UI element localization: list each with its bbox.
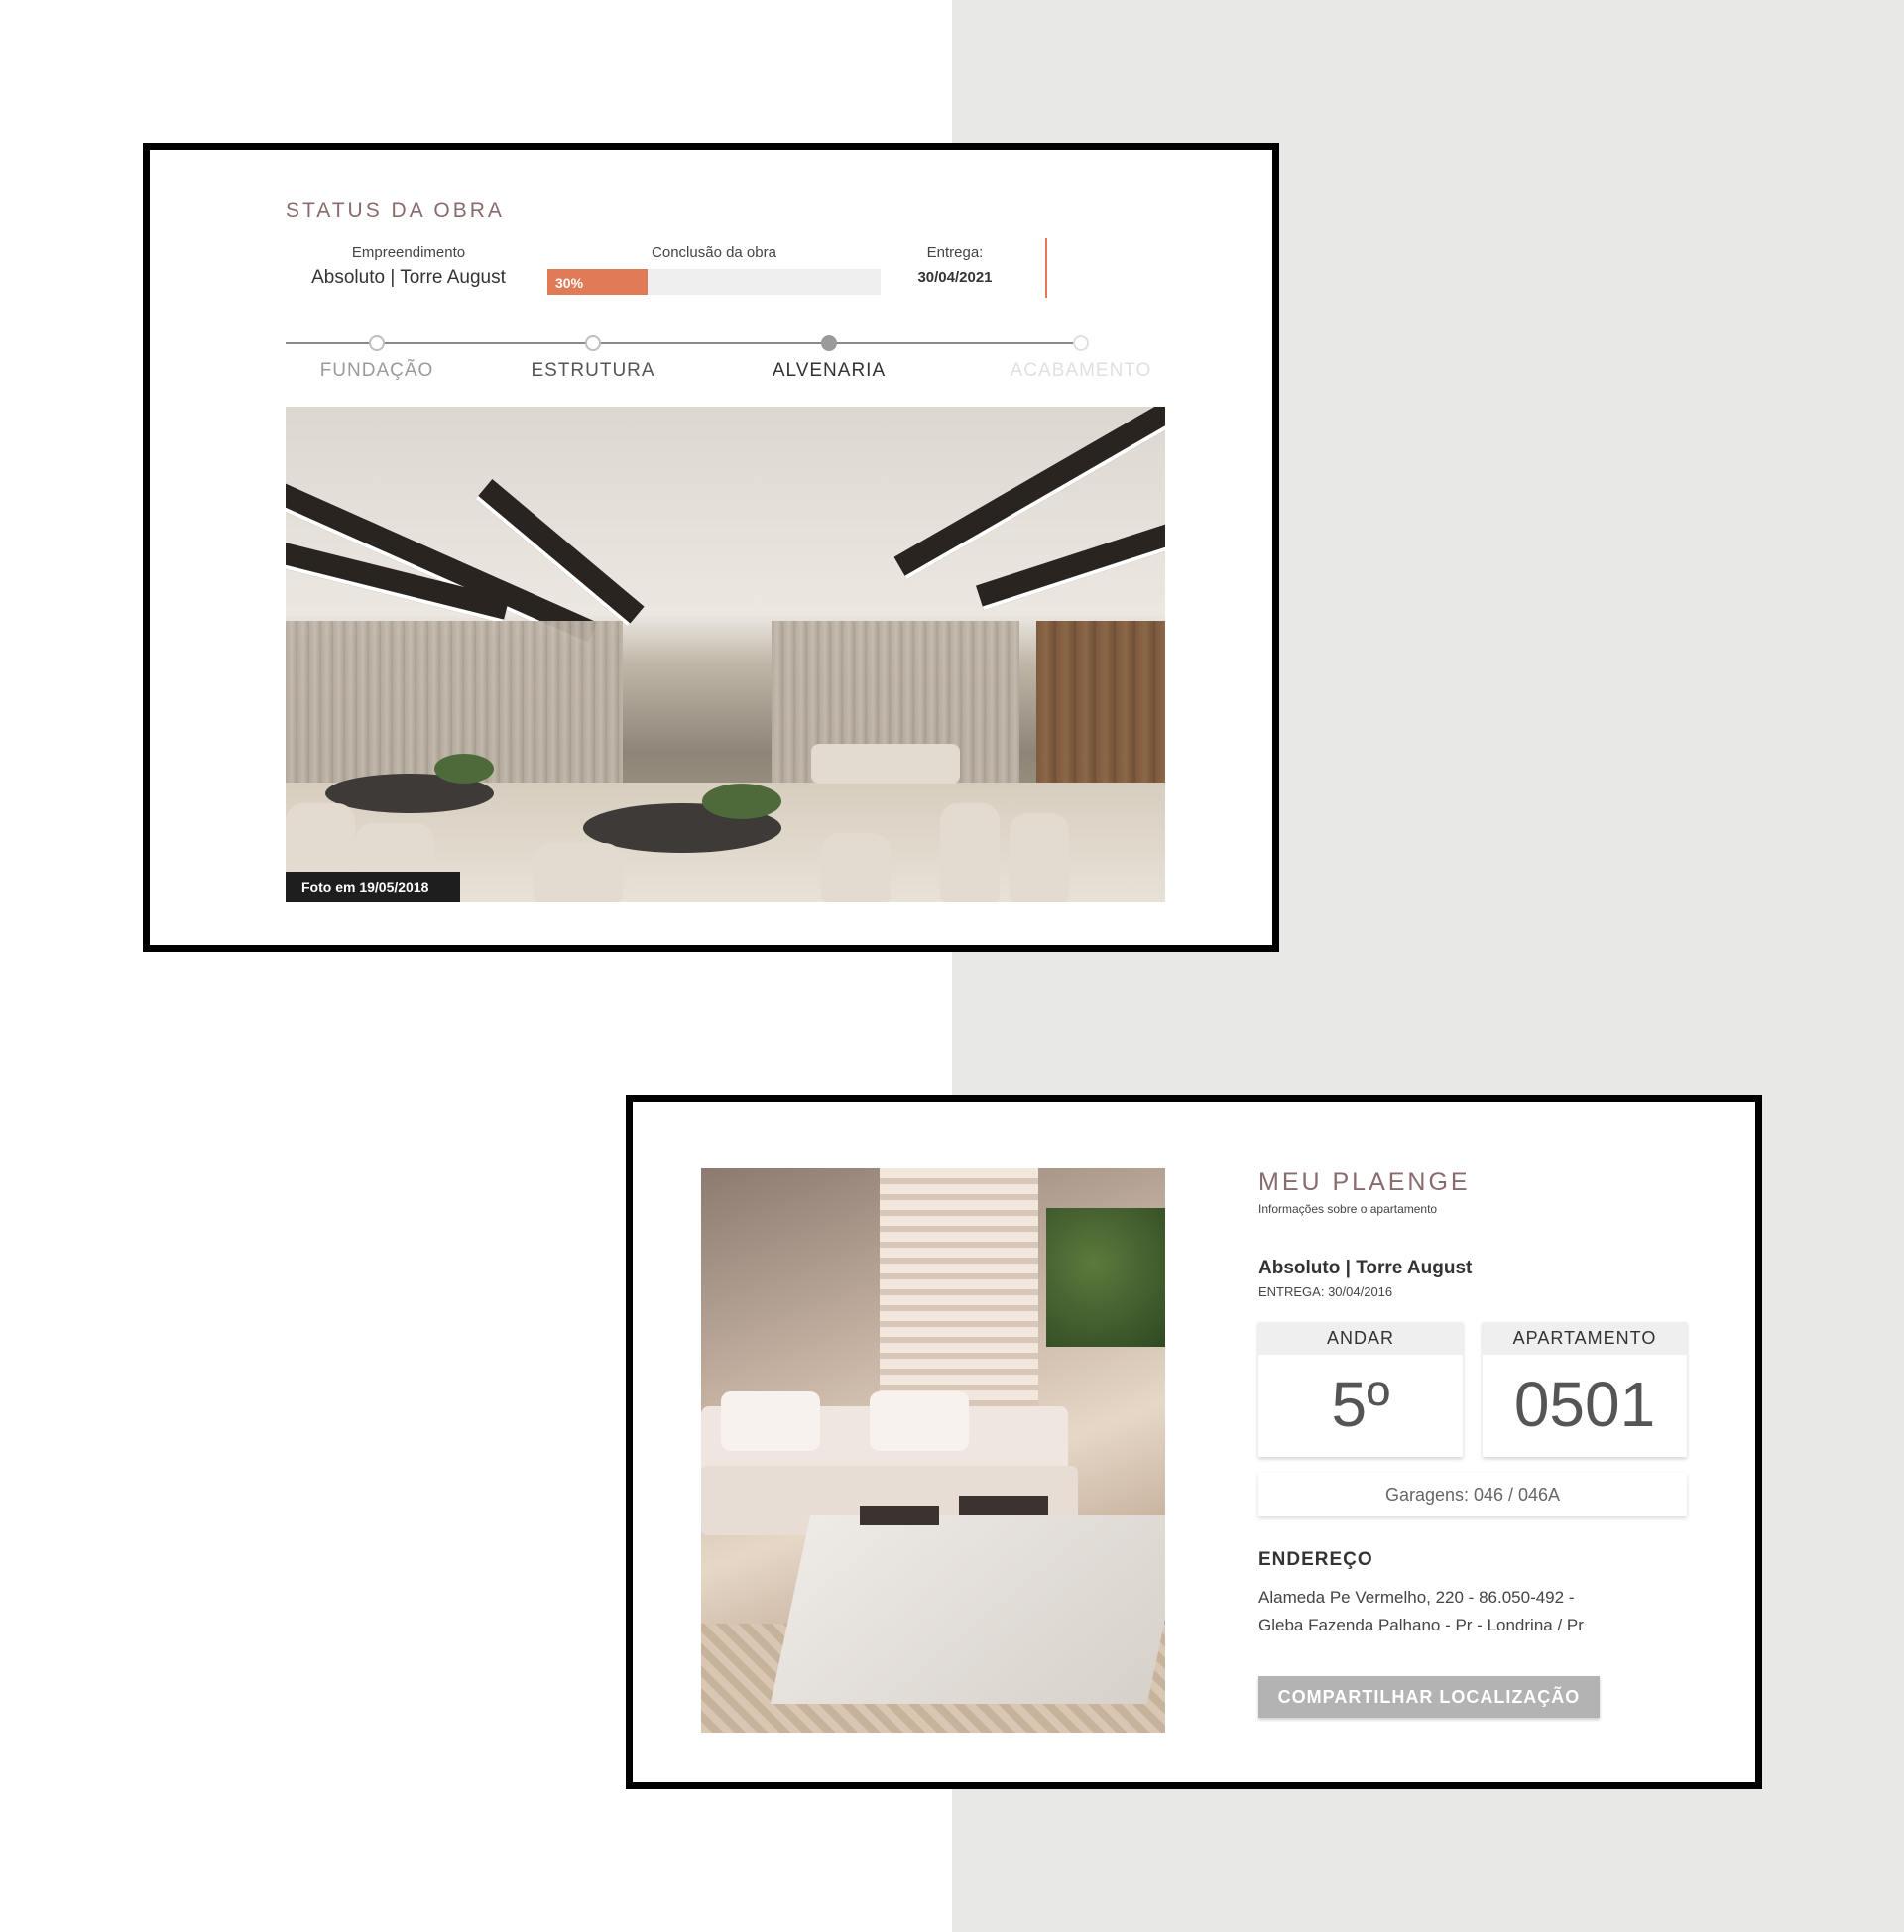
andar-value: 5º (1331, 1369, 1390, 1440)
status-obra-card: STATUS DA OBRA Empreendimento Absoluto |… (143, 143, 1279, 952)
step-estrutura[interactable]: ESTRUTURA (514, 333, 672, 382)
project-delivery: ENTREGA: 30/04/2016 (1258, 1284, 1393, 1299)
step-dot-icon (1073, 335, 1089, 351)
conclusao-block: Conclusão da obra 30% (547, 244, 881, 295)
construction-photo: Foto em 19/05/2018 (286, 407, 1165, 902)
conclusao-label: Conclusão da obra (652, 244, 776, 261)
step-alvenaria[interactable]: ALVENARIA (750, 333, 908, 382)
andar-tile: ANDAR 5º (1258, 1322, 1463, 1457)
endereco-line-1: Alameda Pe Vermelho, 220 - 86.050-492 - (1258, 1588, 1575, 1607)
project-name: Absoluto | Torre August (1258, 1258, 1473, 1278)
apartamento-value: 0501 (1513, 1369, 1656, 1440)
apartamento-label: APARTAMENTO (1483, 1322, 1687, 1355)
endereco-title: ENDEREÇO (1258, 1549, 1373, 1570)
step-label: ESTRUTURA (531, 360, 655, 381)
accent-divider (1045, 238, 1047, 298)
step-label: ACABAMENTO (1010, 360, 1152, 381)
garagens-info: Garagens: 046 / 046A (1258, 1473, 1687, 1516)
step-acabamento[interactable]: ACABAMENTO (1002, 333, 1160, 382)
status-info-row: Empreendimento Absoluto | Torre August C… (286, 244, 1059, 303)
photo-caption: Foto em 19/05/2018 (286, 872, 461, 902)
step-dot-icon (821, 335, 837, 351)
progress-percent: 30% (555, 275, 584, 291)
entrega-label: Entrega: (926, 244, 984, 261)
empreendimento-block: Empreendimento Absoluto | Torre August (286, 244, 532, 289)
apartamento-tile: APARTAMENTO 0501 (1483, 1322, 1687, 1457)
progress-bar: 30% (547, 269, 881, 295)
endereco-line-2: Gleba Fazenda Palhano - Pr - Londrina / … (1258, 1616, 1584, 1634)
meu-plaenge-subtitle: Informações sobre o apartamento (1258, 1202, 1438, 1216)
step-label: FUNDAÇÃO (319, 360, 434, 381)
status-title: STATUS DA OBRA (286, 199, 505, 222)
share-location-button[interactable]: COMPARTILHAR LOCALIZAÇÃO (1258, 1676, 1600, 1718)
step-label: ALVENARIA (772, 360, 887, 381)
apartment-photo (701, 1168, 1165, 1733)
entrega-block: Entrega: 30/04/2021 (900, 244, 1010, 286)
step-dot-icon (585, 335, 601, 351)
entrega-value: 30/04/2021 (917, 269, 993, 286)
empreendimento-value: Absoluto | Torre August (311, 267, 506, 288)
meu-plaenge-card: MEU PLAENGE Informações sobre o apartame… (626, 1095, 1762, 1789)
construction-steps: FUNDAÇÃO ESTRUTURA ALVENARIA ACABAMENTO (286, 333, 1158, 393)
meu-plaenge-title: MEU PLAENGE (1258, 1168, 1471, 1196)
step-fundacao[interactable]: FUNDAÇÃO (298, 333, 456, 382)
empreendimento-label: Empreendimento (351, 244, 466, 261)
step-dot-icon (369, 335, 385, 351)
andar-label: ANDAR (1258, 1322, 1463, 1355)
